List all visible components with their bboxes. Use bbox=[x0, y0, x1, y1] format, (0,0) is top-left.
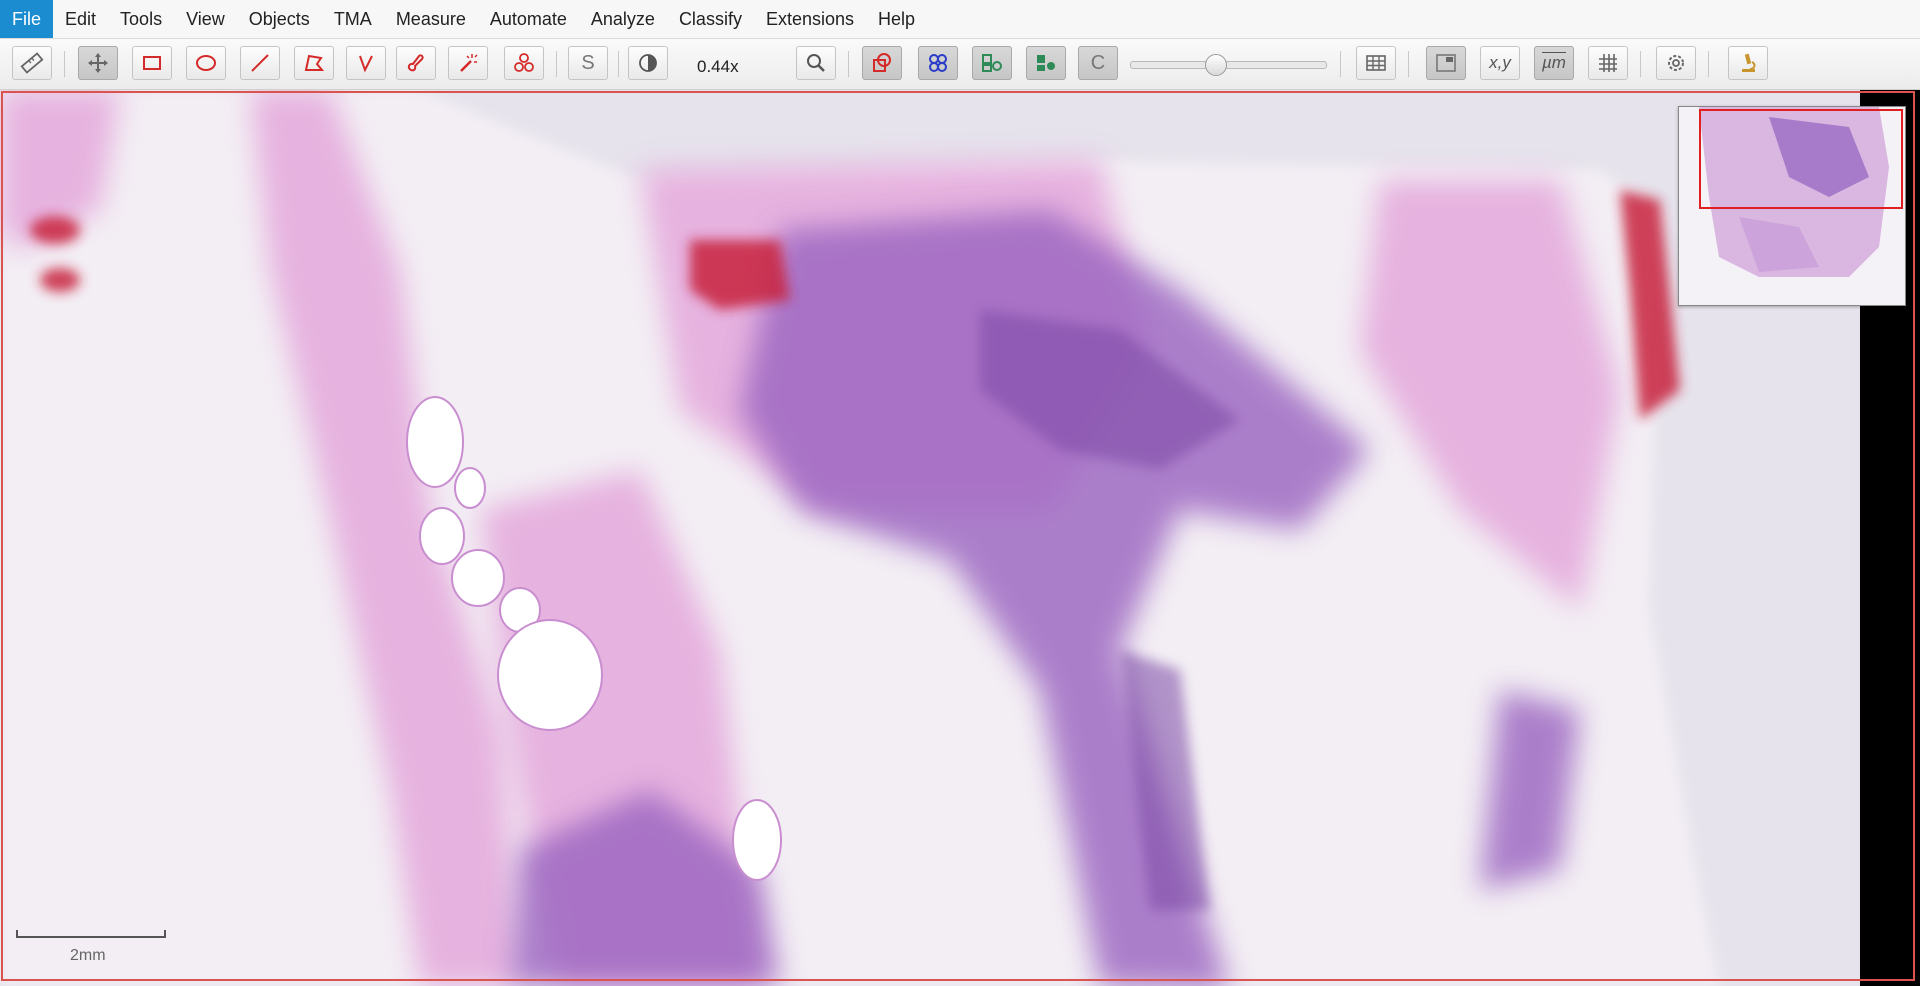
show-overview-button[interactable] bbox=[1426, 46, 1466, 80]
overview-viewport-rect[interactable] bbox=[1699, 109, 1903, 209]
polygon-icon bbox=[304, 54, 325, 71]
fill-detections-button[interactable] bbox=[1026, 46, 1066, 80]
points-icon bbox=[514, 53, 534, 72]
opacity-slider[interactable] bbox=[1130, 54, 1327, 76]
toolbar-separator bbox=[1640, 51, 1641, 77]
grid-icon bbox=[1599, 54, 1617, 72]
magnifier-icon bbox=[807, 54, 825, 72]
toolbar-separator bbox=[1408, 51, 1409, 77]
rectangle-icon bbox=[143, 56, 161, 70]
polyline-tool-button[interactable] bbox=[346, 46, 386, 80]
menu-help[interactable]: Help bbox=[866, 0, 927, 38]
ellipse-tool-button[interactable] bbox=[186, 46, 226, 80]
toolbar-separator bbox=[618, 51, 619, 77]
scale-bar bbox=[16, 930, 166, 938]
detections-icon bbox=[982, 54, 1002, 72]
wand-tool-button[interactable] bbox=[448, 46, 488, 80]
menu-measure[interactable]: Measure bbox=[384, 0, 478, 38]
selection-mode-button[interactable]: S bbox=[568, 46, 608, 80]
show-tma-grid-button[interactable] bbox=[918, 46, 958, 80]
slide-overview[interactable] bbox=[1678, 106, 1906, 306]
zoom-to-fit-button[interactable] bbox=[796, 46, 836, 80]
show-coordinates-button[interactable]: x,y bbox=[1480, 46, 1520, 80]
line-icon bbox=[251, 54, 269, 72]
show-scalebar-button[interactable]: µm bbox=[1534, 46, 1574, 80]
menu-tools[interactable]: Tools bbox=[108, 0, 174, 38]
brightness-contrast-button[interactable] bbox=[628, 46, 668, 80]
move-icon bbox=[88, 53, 108, 73]
cell-display-label: C bbox=[1090, 51, 1106, 74]
ellipse-icon bbox=[196, 55, 216, 71]
menu-view[interactable]: View bbox=[174, 0, 237, 38]
show-annotations-button[interactable] bbox=[862, 46, 902, 80]
gear-icon bbox=[1668, 55, 1684, 71]
scalebar-label: µm bbox=[1542, 53, 1566, 72]
move-tool-button[interactable] bbox=[78, 46, 118, 80]
filled-detections-icon bbox=[1037, 55, 1055, 71]
opacity-slider-thumb[interactable] bbox=[1204, 54, 1227, 76]
rectangle-tool-button[interactable] bbox=[132, 46, 172, 80]
microscope-icon bbox=[1742, 53, 1756, 72]
overview-icon bbox=[1436, 54, 1456, 72]
contrast-icon bbox=[639, 54, 657, 72]
menu-classify[interactable]: Classify bbox=[667, 0, 754, 38]
microscope-button[interactable] bbox=[1728, 46, 1768, 80]
cell-display-button[interactable]: C bbox=[1078, 46, 1118, 80]
slide-viewer[interactable]: 2mm bbox=[0, 90, 1920, 986]
measure-ruler-button[interactable] bbox=[12, 46, 52, 80]
line-tool-button[interactable] bbox=[240, 46, 280, 80]
menu-automate[interactable]: Automate bbox=[478, 0, 579, 38]
magic-wand-icon bbox=[460, 54, 478, 72]
points-tool-button[interactable] bbox=[504, 46, 544, 80]
measurement-table-button[interactable] bbox=[1356, 46, 1396, 80]
brush-tool-button[interactable] bbox=[396, 46, 436, 80]
show-detections-button[interactable] bbox=[972, 46, 1012, 80]
ruler-icon bbox=[20, 52, 44, 74]
menu-bar: File Edit Tools View Objects TMA Measure… bbox=[0, 0, 1920, 39]
brush-icon bbox=[407, 54, 424, 72]
menu-tma[interactable]: TMA bbox=[322, 0, 384, 38]
table-icon bbox=[1366, 55, 1386, 71]
tissue-image[interactable] bbox=[0, 90, 1920, 986]
polyline-icon bbox=[359, 55, 373, 73]
menu-analyze[interactable]: Analyze bbox=[579, 0, 667, 38]
menu-extensions[interactable]: Extensions bbox=[754, 0, 866, 38]
menu-file[interactable]: File bbox=[0, 0, 54, 38]
tma-grid-icon bbox=[929, 54, 947, 72]
zoom-level-readout: 0.44x bbox=[697, 57, 739, 76]
menu-edit[interactable]: Edit bbox=[53, 0, 108, 38]
toolbar-separator bbox=[848, 51, 849, 77]
annotations-icon bbox=[873, 53, 891, 72]
coordinates-label: x,y bbox=[1489, 53, 1511, 72]
toolbar-separator bbox=[64, 51, 65, 77]
preferences-button[interactable] bbox=[1656, 46, 1696, 80]
scale-bar-label: 2mm bbox=[70, 947, 106, 964]
toolbar-separator bbox=[1708, 51, 1709, 77]
toolbar-separator bbox=[1340, 51, 1341, 77]
toolbar-separator bbox=[556, 51, 557, 77]
polygon-tool-button[interactable] bbox=[294, 46, 334, 80]
show-grid-button[interactable] bbox=[1588, 46, 1628, 80]
menu-objects[interactable]: Objects bbox=[237, 0, 322, 38]
selection-mode-label: S bbox=[581, 51, 595, 74]
toolbar: S 0.44x C x,y µm bbox=[0, 39, 1920, 90]
